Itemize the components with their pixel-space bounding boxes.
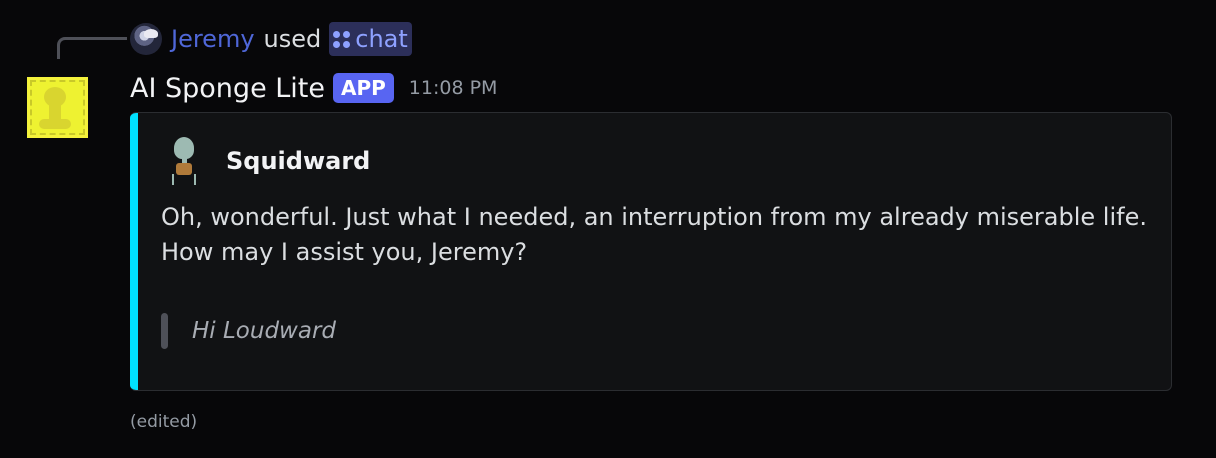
app-command-icon (333, 30, 351, 48)
quote-bar (161, 313, 168, 349)
message-header: AI Sponge Lite APP 11:08 PM (130, 69, 497, 107)
embed-author-name: Squidward (226, 147, 371, 175)
embed-quote: Hi Loudward (161, 313, 336, 349)
embed-description: Oh, wonderful. Just what I needed, an in… (161, 203, 1147, 266)
command-name: chat (355, 25, 408, 53)
reply-used-text: used (263, 25, 322, 53)
app-badge: APP (333, 73, 394, 103)
reply-connector (57, 37, 127, 59)
message-embed: Squidward Oh, wonderful. Just what I nee… (130, 112, 1172, 391)
reply-username[interactable]: Jeremy (171, 25, 255, 53)
command-mention[interactable]: chat (329, 22, 412, 56)
squidward-icon (164, 137, 208, 185)
message-timestamp: 11:08 PM (408, 77, 498, 99)
sponge-avatar-icon[interactable] (27, 77, 88, 138)
quote-text: Hi Loudward (192, 318, 337, 344)
bot-name[interactable]: AI Sponge Lite (130, 73, 325, 104)
edited-label: (edited) (130, 412, 198, 432)
user-avatar-icon[interactable] (130, 23, 162, 55)
reply-context: Jeremy used chat (130, 22, 412, 56)
embed-accent-bar (130, 113, 138, 390)
embed-author: Squidward (164, 137, 370, 185)
